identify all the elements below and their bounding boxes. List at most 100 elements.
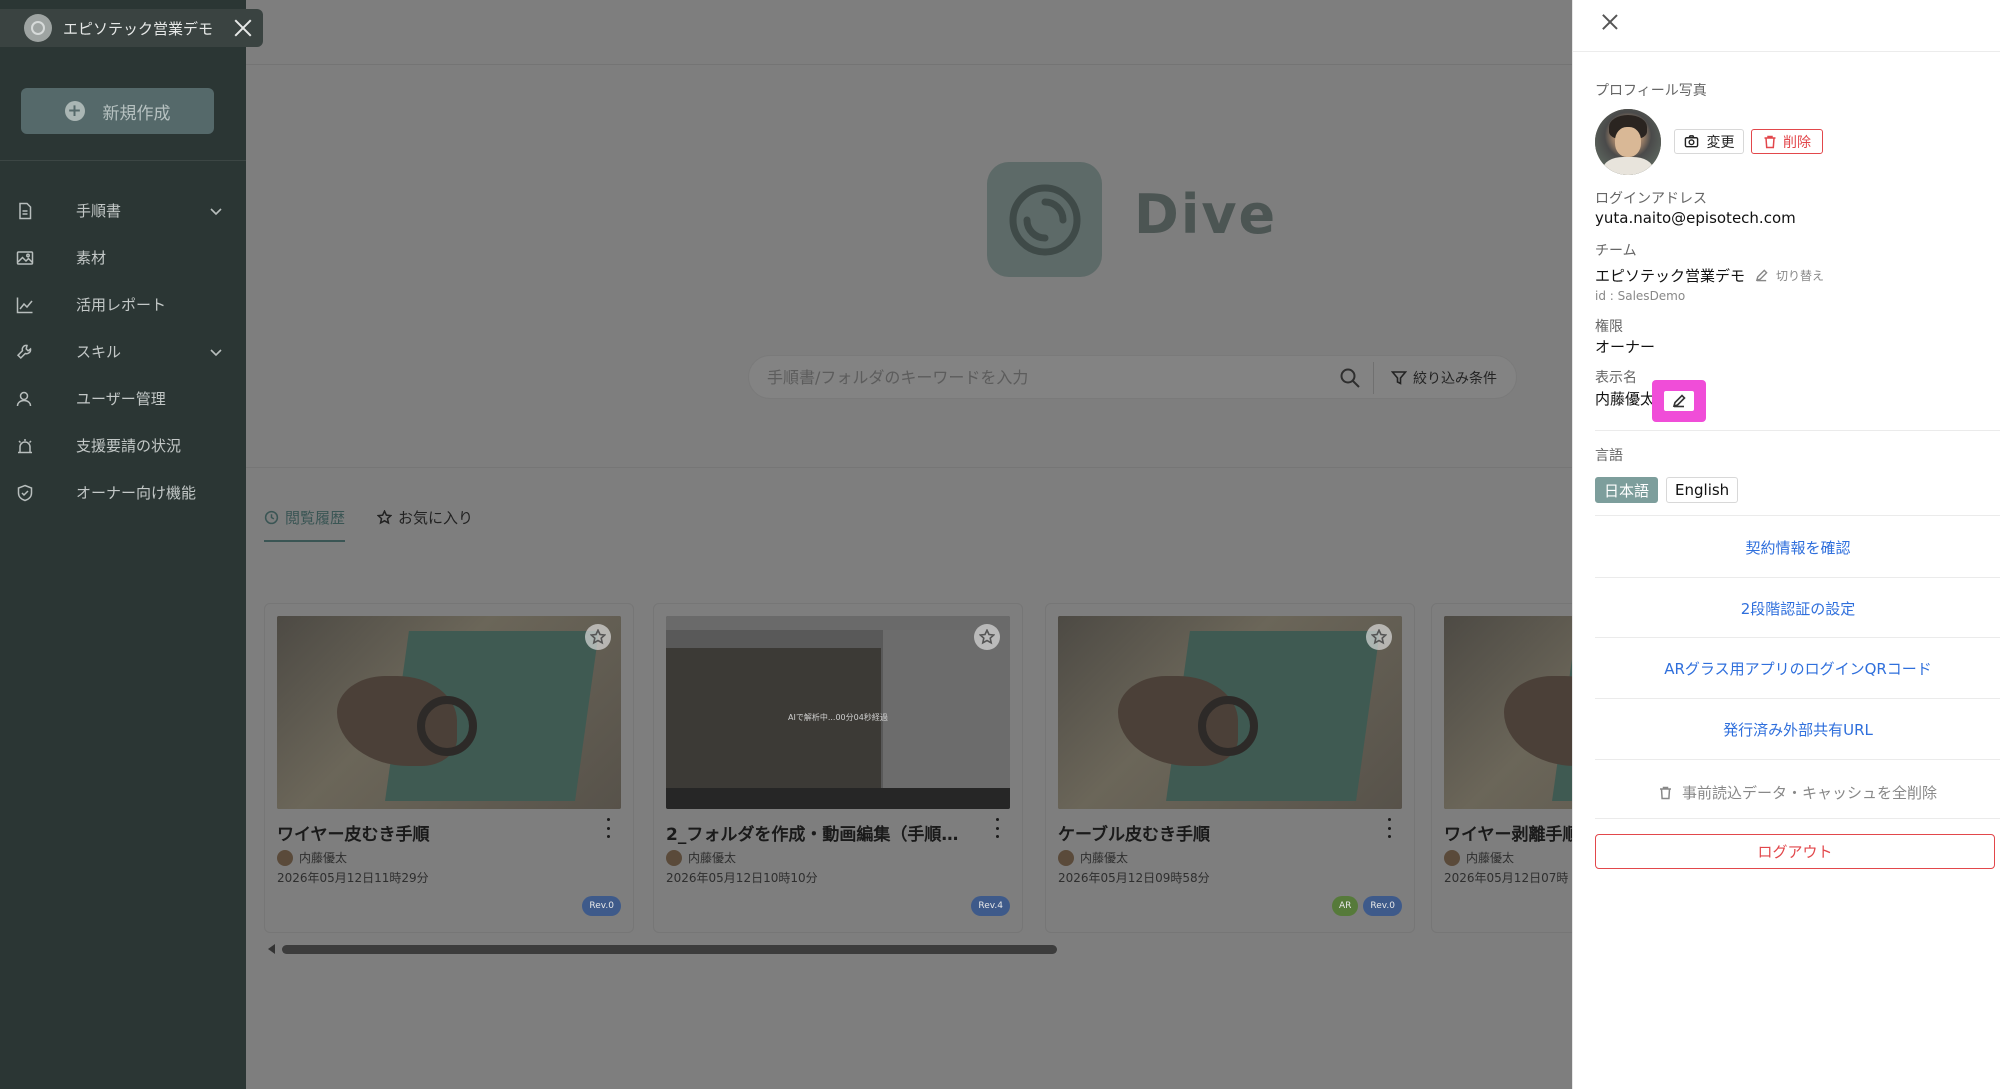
team-value: エピソテック営業デモ [1595,267,1746,285]
favorite-star-icon[interactable] [1366,624,1392,650]
manual-card[interactable]: ワイヤー皮むき手順 内藤優太 2026年05月12日11時29分 Rev.0 [264,603,634,933]
avatar [1444,849,1460,866]
manual-card[interactable]: ケーブル皮むき手順 内藤優太 2026年05月12日09時58分 AR Rev.… [1045,603,1415,933]
team-label: チーム [1595,243,1637,259]
team-id: id : SalesDemo [1595,289,1686,303]
sidebar-item-reports[interactable]: 活用レポート [0,281,246,328]
image-icon [16,249,34,267]
sidebar-item-manuals[interactable]: 手順書 [0,187,246,234]
sidebar-item-support[interactable]: 支援要請の状況 [0,422,246,469]
edit-display-name-button[interactable] [1652,380,1706,422]
login-address-value: yuta.naito@episotech.com [1595,209,1796,227]
document-icon [16,202,34,220]
panel-divider [1573,51,2000,52]
chevron-down-icon[interactable] [210,344,222,357]
contract-info-link[interactable]: 契約情報を確認 [1595,537,2000,558]
team-name: エピソテック営業デモ [63,19,214,38]
card-author: 内藤優太 [666,849,736,866]
language-selector: 日本語 English [1595,477,1746,503]
ar-badge: AR [1331,896,1359,916]
more-menu-icon[interactable] [994,818,1000,838]
section-divider [1595,698,2000,699]
tab-favorites[interactable]: お気に入り [377,507,473,542]
card-date: 2026年05月12日11時29分 [277,871,429,885]
clear-cache-button[interactable]: 事前読込データ・キャッシュを全削除 [1595,782,2000,803]
trash-icon [1764,135,1776,148]
delete-photo-button[interactable]: 削除 [1751,129,1823,154]
team-switch-label: 切り替え [1776,269,1825,283]
card-badges: Rev.0 [577,896,621,916]
card-thumbnail [277,616,621,809]
close-sidebar-icon[interactable] [233,18,253,38]
section-divider [1595,577,2000,578]
card-list: ワイヤー皮むき手順 内藤優太 2026年05月12日11時29分 Rev.0 A… [264,603,1572,933]
tabs: 閲覧履歴 お気に入り [264,507,505,542]
avatar [277,849,293,866]
display-name-value: 内藤優太 [1595,390,1656,408]
users-icon [16,390,34,408]
sidebar-item-label: スキル [76,343,122,361]
card-author: 内藤優太 [277,849,347,866]
sidebar-item-users[interactable]: ユーザー管理 [0,375,246,422]
sidebar-item-label: 手順書 [76,202,122,220]
card-date: 2026年05月12日09時58分 [1058,871,1210,885]
team-switch-button[interactable]: 切り替え [1755,267,1824,284]
shared-url-link[interactable]: 発行済み外部共有URL [1595,719,2000,740]
section-divider [1595,515,2000,516]
sidebar-item-skills[interactable]: スキル [0,328,246,375]
dive-logo-icon [987,162,1102,277]
change-photo-button[interactable]: 変更 [1674,129,1744,154]
display-name-label: 表示名 [1595,370,1637,386]
chevron-down-icon[interactable] [210,203,222,216]
profile-photo [1595,109,1661,175]
card-author: 内藤優太 [1058,849,1128,866]
team-switcher[interactable]: エピソテック営業デモ [0,9,263,47]
card-date: 2026年05月12日07時 [1444,871,1569,885]
logout-button[interactable]: ログアウト [1595,834,1995,869]
sidebar-item-materials[interactable]: 素材 [0,234,246,281]
pencil-icon [1672,394,1686,408]
sidebar-item-label: 素材 [76,249,107,267]
more-menu-icon[interactable] [1386,818,1392,838]
avatar [1058,849,1074,866]
sidebar-item-label: 支援要請の状況 [76,437,182,455]
scrollbar-thumb[interactable] [282,945,1057,954]
new-create-button[interactable]: + 新規作成 [21,88,214,134]
favorite-star-icon[interactable] [585,624,611,650]
lang-english-button[interactable]: English [1666,477,1739,503]
clear-cache-label: 事前読込データ・キャッシュを全削除 [1681,784,1937,802]
change-label: 変更 [1706,134,1735,151]
main-topbar [246,0,1572,65]
card-author: 内藤優太 [1444,849,1514,866]
ar-glass-qr-link[interactable]: ARグラス用アプリのログインQRコード [1595,658,2000,679]
shield-icon [16,484,34,502]
favorite-star-icon[interactable] [974,624,1000,650]
section-divider [1595,759,2000,760]
filter-icon [1391,371,1407,385]
more-menu-icon[interactable] [605,818,611,838]
sidebar-item-owner[interactable]: オーナー向け機能 [0,469,246,516]
search-divider [1373,362,1374,394]
profile-photo-label: プロフィール写真 [1595,83,1707,99]
horizontal-scrollbar[interactable] [268,944,1058,954]
filter-button[interactable]: 絞り込み条件 [1391,368,1497,388]
two-factor-link[interactable]: 2段階認証の設定 [1595,598,2000,619]
manual-card[interactable]: AIで解析中...00分04秒経過 2_フォルダを作成・動画編集（手順… 内藤優… [653,603,1023,933]
star-icon [377,510,393,525]
search-input[interactable] [767,368,1327,387]
sidebar-item-label: ユーザー管理 [76,390,166,408]
team-avatar [24,14,52,42]
language-label: 言語 [1595,448,1623,464]
sidebar-item-label: 活用レポート [76,296,167,314]
tab-history[interactable]: 閲覧履歴 [264,507,346,542]
lang-japanese-button[interactable]: 日本語 [1595,477,1659,503]
search-icon[interactable] [1339,367,1361,389]
manual-card[interactable]: ワイヤー剥離手順 内藤優太 2026年05月12日07時 [1431,603,1572,933]
card-thumbnail [1444,616,1572,809]
card-thumbnail: AIで解析中...00分04秒経過 [666,616,1010,809]
close-icon[interactable] [1602,14,1618,30]
scroll-left-icon[interactable] [268,944,275,954]
team-row: エピソテック営業デモ 切り替え [1595,265,1824,286]
wrench-icon [16,343,34,361]
card-title: ケーブル皮むき手順 [1058,825,1210,845]
